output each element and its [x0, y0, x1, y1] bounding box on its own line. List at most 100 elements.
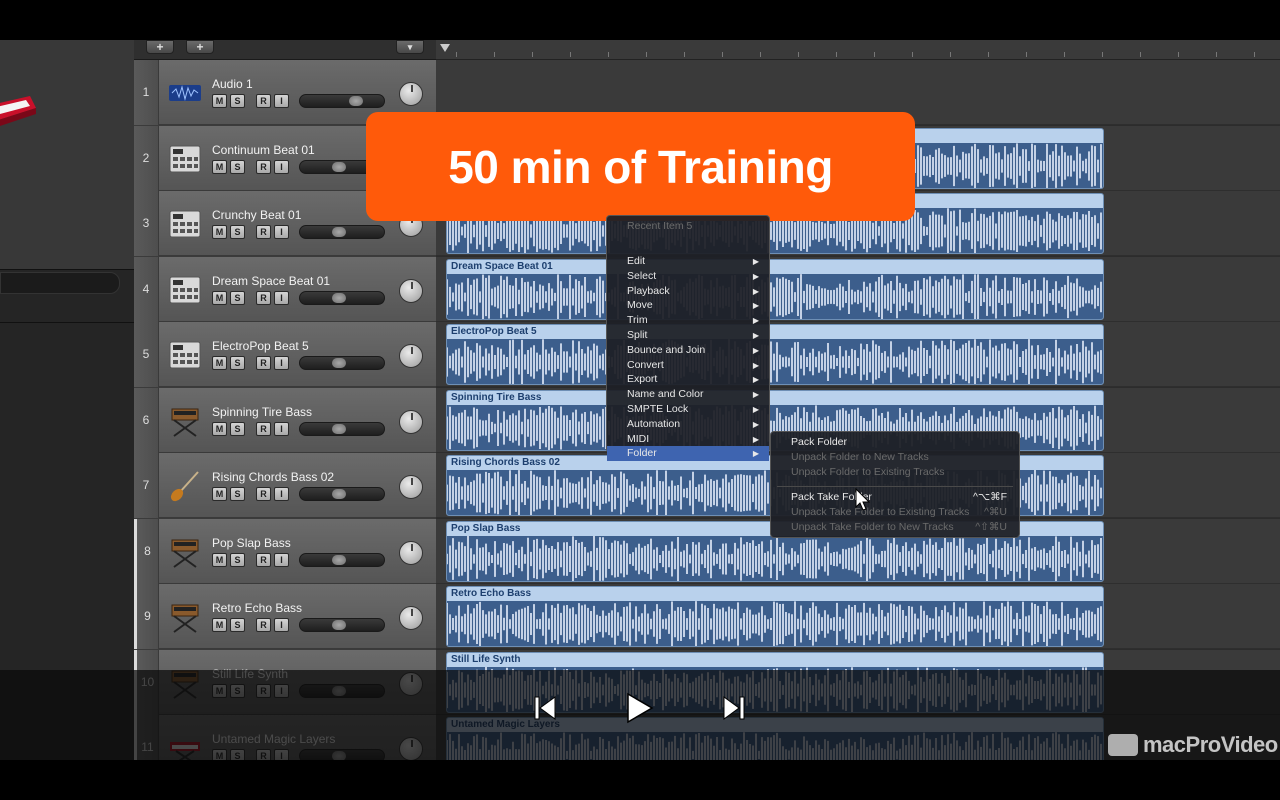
menu-item-move[interactable]: Move ▶: [607, 298, 769, 313]
skip-back-icon[interactable]: [534, 694, 556, 722]
track-name[interactable]: Retro Echo Bass: [212, 601, 302, 615]
audio-region[interactable]: ElectroPop Beat 5: [446, 324, 1104, 385]
playhead[interactable]: [440, 44, 450, 52]
track-name[interactable]: Audio 1: [212, 77, 253, 91]
volume-slider-knob[interactable]: [331, 227, 346, 237]
track-header[interactable]: 7 Rising Chords Bass 02 M S R I: [134, 453, 436, 518]
menu-item-bounce-and-join[interactable]: Bounce and Join ▶: [607, 343, 769, 358]
solo-button[interactable]: S: [230, 552, 245, 567]
mute-button[interactable]: M: [212, 159, 227, 174]
track-header[interactable]: 5 ElectroPop Beat 5 MSRI: [134, 322, 436, 387]
submenu-item-pack-take-folder[interactable]: Pack Take Folder ^⌥⌘F: [771, 490, 1019, 505]
skip-forward-icon[interactable]: [723, 694, 745, 722]
solo-button[interactable]: S: [230, 618, 245, 632]
audio-region[interactable]: Dream Space Beat 01: [446, 258, 1104, 320]
record-enable-button[interactable]: R: [256, 618, 271, 632]
input-monitor-button[interactable]: I: [274, 290, 289, 305]
submenu-item-pack-folder[interactable]: Pack Folder: [771, 435, 1019, 450]
track-name[interactable]: Pop Slap Bass: [212, 536, 291, 550]
pan-knob[interactable]: [399, 344, 423, 368]
menu-item-edit[interactable]: Edit ▶: [607, 254, 769, 269]
menu-item-name-and-color[interactable]: Name and Color ▶: [607, 387, 769, 402]
mute-button[interactable]: M: [212, 290, 227, 305]
record-enable-button[interactable]: R: [256, 290, 271, 305]
pan-knob[interactable]: [399, 278, 423, 303]
solo-button[interactable]: S: [230, 94, 245, 108]
solo-button[interactable]: S: [230, 421, 245, 436]
pan-knob[interactable]: [399, 409, 423, 434]
solo-button[interactable]: S: [230, 225, 245, 239]
menu-item-select[interactable]: Select ▶: [607, 269, 769, 284]
mute-button[interactable]: M: [212, 552, 227, 567]
solo-button[interactable]: S: [230, 356, 245, 370]
input-monitor-button[interactable]: I: [274, 487, 289, 501]
volume-slider[interactable]: [299, 487, 385, 501]
menu-item-convert[interactable]: Convert ▶: [607, 358, 769, 373]
record-enable-button[interactable]: R: [256, 356, 271, 370]
add-track-button[interactable]: +: [146, 40, 174, 54]
track-name[interactable]: Continuum Beat 01: [212, 143, 315, 157]
track-lane[interactable]: Dream Space Beat 01: [436, 256, 1280, 322]
input-monitor-button[interactable]: I: [274, 618, 289, 632]
record-enable-button[interactable]: R: [256, 159, 271, 174]
track-name[interactable]: Dream Space Beat 01: [212, 274, 330, 288]
solo-button[interactable]: S: [230, 487, 245, 501]
track-name[interactable]: Rising Chords Bass 02: [212, 470, 334, 484]
pan-knob[interactable]: [399, 540, 423, 565]
volume-slider-knob[interactable]: [331, 489, 346, 499]
volume-slider[interactable]: [299, 94, 385, 108]
mute-button[interactable]: M: [212, 94, 227, 108]
record-enable-button[interactable]: R: [256, 487, 271, 501]
menu-item-midi[interactable]: MIDI ▶: [607, 432, 769, 447]
input-monitor-button[interactable]: I: [274, 552, 289, 567]
volume-slider[interactable]: [299, 356, 385, 370]
volume-slider-knob[interactable]: [331, 358, 346, 368]
menu-item-split[interactable]: Split ▶: [607, 328, 769, 343]
volume-slider-knob[interactable]: [331, 292, 346, 303]
record-enable-button[interactable]: R: [256, 421, 271, 436]
volume-slider-knob[interactable]: [331, 423, 346, 434]
solo-button[interactable]: S: [230, 290, 245, 305]
pan-knob[interactable]: [399, 475, 423, 499]
play-icon[interactable]: [626, 692, 654, 724]
menu-item-folder[interactable]: Folder ▶: [607, 446, 769, 462]
mute-button[interactable]: M: [212, 618, 227, 632]
track-header[interactable]: 4 Dream Space Beat 01 M S R I: [134, 256, 436, 322]
track-options-dropdown[interactable]: ▾: [396, 40, 424, 54]
track-name[interactable]: ElectroPop Beat 5: [212, 339, 309, 353]
track-lane[interactable]: ElectroPop Beat 5: [436, 322, 1280, 387]
bar-ruler[interactable]: [436, 40, 1280, 60]
volume-slider[interactable]: [299, 552, 385, 567]
record-enable-button[interactable]: R: [256, 94, 271, 108]
pan-knob[interactable]: [399, 606, 423, 630]
volume-slider-knob[interactable]: [331, 620, 346, 630]
input-monitor-button[interactable]: I: [274, 94, 289, 108]
pan-knob[interactable]: [399, 82, 423, 106]
record-enable-button[interactable]: R: [256, 225, 271, 239]
volume-slider[interactable]: [299, 290, 385, 305]
input-monitor-button[interactable]: I: [274, 421, 289, 436]
menu-item-playback[interactable]: Playback ▶: [607, 284, 769, 299]
track-header[interactable]: 8 Pop Slap Bass M S R I: [134, 518, 436, 584]
inspector-slider[interactable]: [0, 272, 120, 294]
menu-item-trim[interactable]: Trim ▶: [607, 313, 769, 328]
volume-slider[interactable]: [299, 421, 385, 436]
mute-button[interactable]: M: [212, 487, 227, 501]
mute-button[interactable]: M: [212, 421, 227, 436]
volume-slider[interactable]: [299, 618, 385, 632]
input-monitor-button[interactable]: I: [274, 159, 289, 174]
volume-slider-knob[interactable]: [331, 161, 346, 172]
menu-item-smpte-lock[interactable]: SMPTE Lock ▶: [607, 402, 769, 417]
volume-slider-knob[interactable]: [331, 554, 346, 565]
volume-slider[interactable]: [299, 225, 385, 239]
input-monitor-button[interactable]: I: [274, 356, 289, 370]
solo-button[interactable]: S: [230, 159, 245, 174]
track-header[interactable]: 9 Retro Echo Bass M S R I: [134, 584, 436, 649]
track-lane[interactable]: Retro Echo Bass: [436, 584, 1280, 649]
mute-button[interactable]: M: [212, 225, 227, 239]
volume-slider-knob[interactable]: [349, 96, 363, 106]
menu-item-automation[interactable]: Automation ▶: [607, 417, 769, 432]
input-monitor-button[interactable]: I: [274, 225, 289, 239]
mute-button[interactable]: M: [212, 356, 227, 370]
audio-region[interactable]: Retro Echo Bass: [446, 586, 1104, 647]
